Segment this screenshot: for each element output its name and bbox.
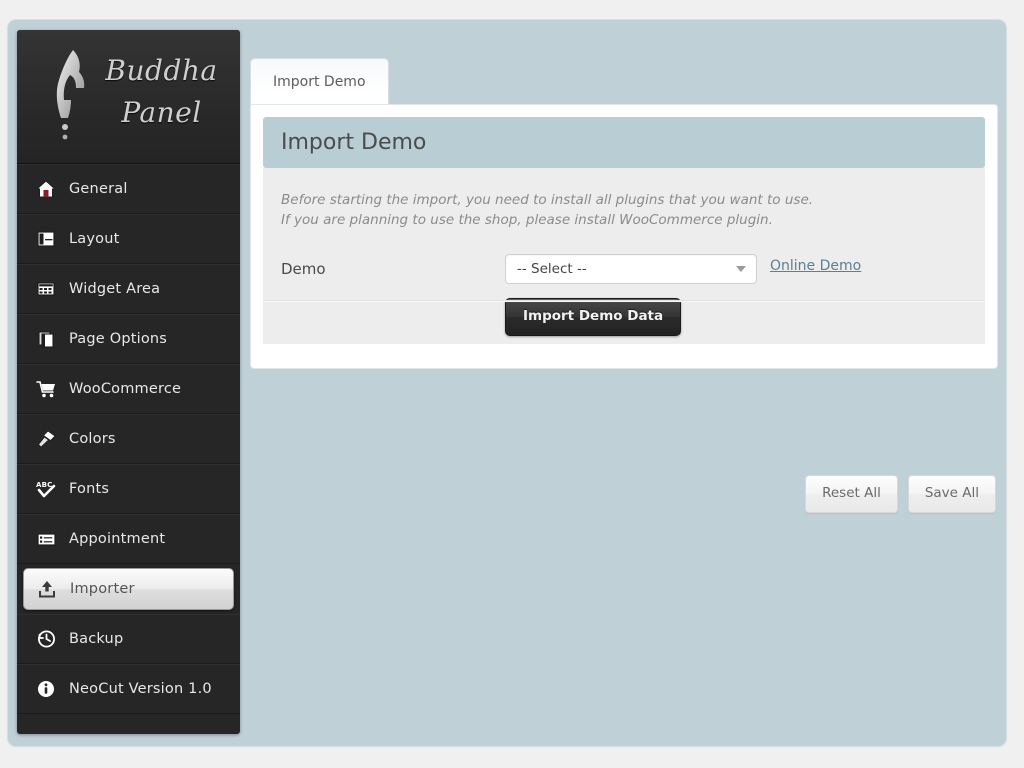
- sidebar-item-label: Widget Area: [69, 281, 161, 297]
- logo-text: Buddha Panel: [89, 50, 234, 134]
- sidebar-item-label: Layout: [69, 231, 120, 247]
- sidebar-item-label: WooCommerce: [69, 381, 182, 397]
- abc-check-icon: ABC: [35, 478, 57, 500]
- cart-icon: [35, 378, 57, 400]
- demo-field-label: Demo: [281, 260, 326, 278]
- info-icon: [35, 678, 57, 700]
- section-divider: [263, 300, 985, 302]
- history-icon: [35, 628, 57, 650]
- import-demo-data-button[interactable]: Import Demo Data: [505, 298, 682, 336]
- widget-grid-icon: [35, 278, 57, 300]
- form-list-icon: [35, 528, 57, 550]
- sidebar-item-page-options[interactable]: Page Options: [17, 314, 240, 364]
- brush-icon: [35, 428, 57, 450]
- sidebar-item-colors[interactable]: Colors: [17, 414, 240, 464]
- book-icon: [35, 328, 57, 350]
- sidebar-item-appointment[interactable]: Appointment: [17, 514, 240, 564]
- sidebar-item-neocut-version[interactable]: NeoCut Version 1.0: [17, 664, 240, 714]
- sidebar-item-label: Colors: [69, 431, 116, 447]
- logo-line-2: Panel: [121, 96, 202, 129]
- tab-strip: Import Demo: [250, 58, 389, 105]
- main-card: Import Demo Before starting the import, …: [250, 104, 998, 369]
- reset-all-button[interactable]: Reset All: [805, 475, 898, 513]
- sidebar-item-label: Backup: [69, 631, 124, 647]
- sidebar-item-label: Importer: [70, 581, 135, 597]
- section-body: Before starting the import, you need to …: [263, 168, 985, 344]
- description-line-2: If you are planning to use the shop, ple…: [281, 212, 773, 228]
- sidebar-item-label: General: [69, 181, 128, 197]
- sidebar-item-backup[interactable]: Backup: [17, 614, 240, 664]
- sidebar-logo: Buddha Panel: [17, 30, 240, 164]
- demo-select-value: -- Select --: [517, 261, 587, 277]
- demo-field-row: Demo -- Select -- Online Demo: [281, 254, 967, 284]
- sidebar-item-label: Appointment: [69, 531, 166, 547]
- sidebar: Buddha Panel General Layout Widget Area …: [17, 30, 240, 734]
- sidebar-item-label: Fonts: [69, 481, 110, 497]
- logo-line-1: Buddha: [105, 54, 218, 87]
- chevron-down-icon: [736, 266, 746, 272]
- section-header: Import Demo: [263, 117, 985, 168]
- page-title: Import Demo: [281, 130, 427, 155]
- description-line-1: Before starting the import, you need to …: [281, 192, 814, 208]
- sidebar-item-importer[interactable]: Importer: [23, 568, 234, 610]
- content-area: Import Demo Import Demo Before starting …: [250, 30, 998, 734]
- home-icon: [35, 178, 57, 200]
- buddha-silhouette-icon: [56, 50, 85, 140]
- sidebar-item-general[interactable]: General: [17, 164, 240, 214]
- sidebar-item-fonts[interactable]: ABC Fonts: [17, 464, 240, 514]
- admin-panel: Buddha Panel General Layout Widget Area …: [8, 20, 1006, 746]
- demo-select[interactable]: -- Select --: [505, 254, 757, 284]
- online-demo-link[interactable]: Online Demo: [770, 254, 861, 274]
- svg-text:ABC: ABC: [36, 481, 53, 489]
- layout-icon: [35, 228, 57, 250]
- sidebar-item-woocommerce[interactable]: WooCommerce: [17, 364, 240, 414]
- section-description: Before starting the import, you need to …: [281, 190, 967, 230]
- footer-actions: Reset All Save All: [805, 475, 996, 513]
- sidebar-item-label: Page Options: [69, 331, 168, 347]
- sidebar-item-layout[interactable]: Layout: [17, 214, 240, 264]
- sidebar-item-label: NeoCut Version 1.0: [69, 681, 212, 697]
- save-all-button[interactable]: Save All: [907, 475, 996, 513]
- upload-icon: [36, 578, 58, 600]
- tab-import-demo[interactable]: Import Demo: [250, 58, 389, 105]
- sidebar-item-widget-area[interactable]: Widget Area: [17, 264, 240, 314]
